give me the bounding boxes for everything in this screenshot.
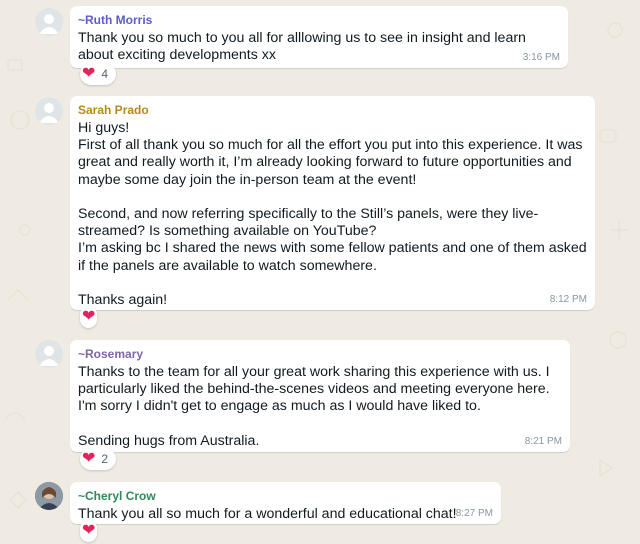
- default-avatar-icon: [39, 346, 59, 366]
- sender-name[interactable]: ~Ruth Morris: [78, 12, 560, 28]
- message-text: Thank you so much to you all for alllowi…: [78, 30, 530, 64]
- reaction-count: 2: [101, 452, 109, 466]
- message-bubble[interactable]: ~Ruth Morris Thank you so much to you al…: [70, 6, 568, 68]
- profile-photo-icon: [35, 482, 63, 510]
- default-avatar-icon: [39, 103, 59, 123]
- reaction-count: 4: [101, 67, 109, 81]
- reaction-badge[interactable]: ❤ 2: [80, 448, 117, 470]
- sender-name[interactable]: Sarah Prado: [78, 102, 587, 118]
- message-time: 3:16 PM: [522, 52, 560, 63]
- message-time: 8:27 PM: [455, 508, 493, 519]
- heart-icon: ❤: [82, 522, 96, 539]
- reaction-badge[interactable]: ❤: [80, 520, 98, 542]
- avatar[interactable]: [35, 482, 63, 510]
- sender-name[interactable]: ~Cheryl Crow: [78, 488, 493, 504]
- message-bubble[interactable]: ~Cheryl Crow Thank you all so much for a…: [70, 482, 501, 524]
- message-text: Thanks to the team for all your great wo…: [78, 364, 550, 449]
- reaction-badge[interactable]: ❤ 4: [80, 63, 117, 85]
- heart-icon: ❤: [82, 308, 96, 325]
- message-bubble[interactable]: ~Rosemary Thanks to the team for all you…: [70, 340, 570, 452]
- reaction-badge[interactable]: ❤: [80, 306, 98, 328]
- message-text: Thank you all so much for a wonderful an…: [78, 506, 457, 522]
- avatar[interactable]: [35, 97, 63, 125]
- message-bubble[interactable]: Sarah Prado Hi guys! First of all thank …: [70, 96, 595, 310]
- avatar[interactable]: [35, 8, 63, 36]
- avatar[interactable]: [35, 340, 63, 368]
- heart-icon: ❤: [82, 450, 96, 467]
- sender-name[interactable]: ~Rosemary: [78, 346, 562, 362]
- message-time: 8:12 PM: [549, 294, 587, 305]
- heart-icon: ❤: [82, 65, 96, 82]
- message-text: Hi guys! First of all thank you so much …: [78, 120, 587, 309]
- message-time: 8:21 PM: [524, 436, 562, 447]
- default-avatar-icon: [39, 14, 59, 34]
